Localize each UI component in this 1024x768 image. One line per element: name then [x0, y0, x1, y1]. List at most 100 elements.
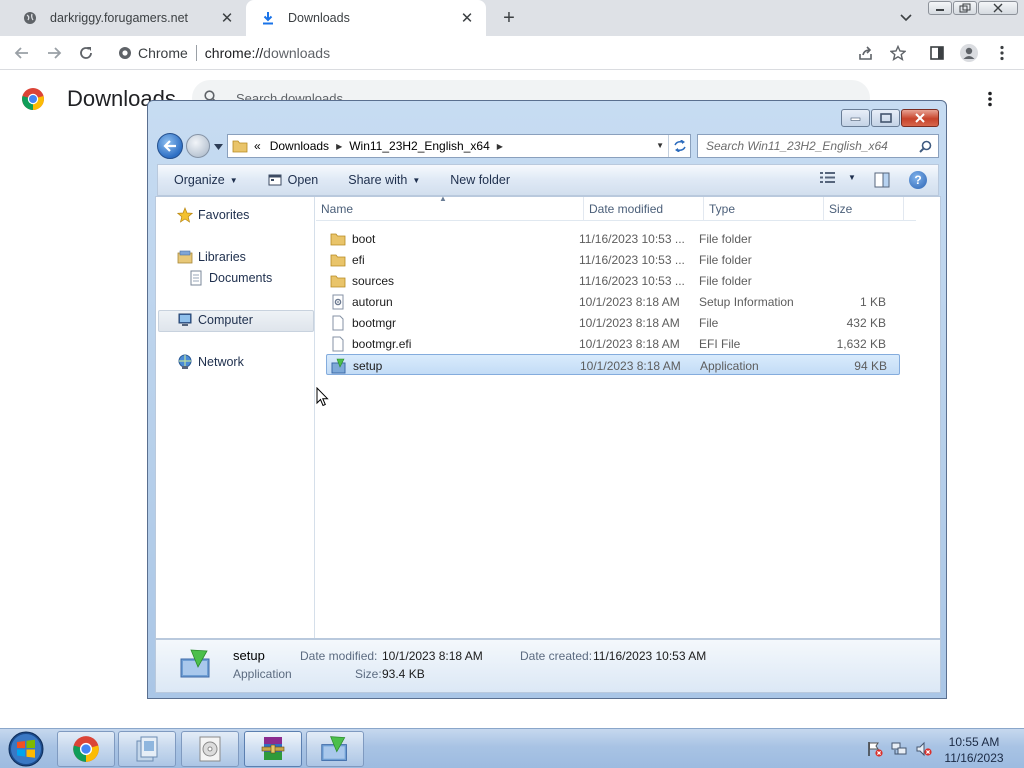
details-file-type: Application: [233, 667, 292, 681]
file-type: File folder: [699, 273, 752, 288]
share-icon[interactable]: [855, 42, 877, 64]
organize-menu[interactable]: Organize ▼: [174, 173, 238, 187]
nav-item-libraries[interactable]: Libraries: [176, 249, 246, 265]
clock-date[interactable]: 11/16/2023: [936, 751, 1012, 765]
file-row[interactable]: boot 11/16/2023 10:53 ... File folder: [326, 228, 900, 249]
column-label: Type: [709, 202, 736, 216]
action-center-flag-icon[interactable]: [867, 741, 883, 757]
recent-pages-dropdown-icon[interactable]: [214, 142, 223, 151]
winrar-icon: [261, 737, 285, 760]
taskbar-explorer-button[interactable]: [118, 731, 176, 767]
column-header-name[interactable]: Name: [316, 197, 584, 221]
new-folder-label: New folder: [450, 173, 510, 187]
setup-app-icon: [179, 649, 213, 679]
breadcrumb-win11[interactable]: Win11_23H2_English_x64: [349, 139, 490, 153]
side-panel-icon[interactable]: [926, 42, 948, 64]
library-icon: [176, 249, 194, 265]
start-button[interactable]: [4, 730, 48, 768]
taskbar-chrome-button[interactable]: [57, 731, 115, 767]
preview-pane-icon[interactable]: [874, 172, 890, 191]
minimize-button[interactable]: [841, 109, 870, 127]
tab-downloads[interactable]: Downloads ✕: [246, 0, 486, 36]
more-menu-icon[interactable]: [991, 42, 1013, 64]
file-size: 94 KB: [854, 358, 887, 373]
size-label: Size:: [355, 667, 382, 681]
tab-darkriggy[interactable]: darkriggy.forugamers.net ✕: [8, 0, 246, 36]
star-icon: [176, 207, 194, 223]
maximize-button[interactable]: [871, 109, 900, 127]
nav-item-network[interactable]: Network: [176, 354, 244, 370]
file-row-selected[interactable]: setup 10/1/2023 8:18 AM Application 94 K…: [326, 354, 900, 375]
file-type: File folder: [699, 231, 752, 246]
organize-label: Organize: [174, 173, 225, 187]
forward-icon[interactable]: [43, 42, 65, 64]
search-icon[interactable]: [919, 140, 932, 156]
column-header-date-modified[interactable]: Date modified: [584, 197, 704, 221]
file-date: 11/16/2023 10:53 ...: [579, 273, 685, 288]
view-options-menu[interactable]: ▼: [820, 171, 856, 184]
setup-app-icon: [331, 358, 347, 374]
chrome-icon: [118, 46, 132, 60]
file-row[interactable]: bootmgr 10/1/2023 8:18 AM File 432 KB: [326, 312, 900, 333]
file-date: 10/1/2023 8:18 AM: [579, 294, 680, 309]
breadcrumb-arrow-icon[interactable]: ▶: [497, 142, 503, 151]
settings-file-icon: [330, 294, 346, 310]
address-bar[interactable]: Chrome chrome://downloads: [110, 39, 870, 67]
url-path: downloads: [263, 45, 331, 61]
refresh-icon[interactable]: [668, 135, 690, 157]
taskbar-setup-button[interactable]: [306, 731, 364, 767]
nav-item-favorites[interactable]: Favorites: [176, 207, 249, 223]
breadcrumb-overflow[interactable]: «: [254, 139, 261, 153]
address-dropdown-icon[interactable]: ▼: [656, 141, 664, 150]
path-breadcrumb-bar[interactable]: « Downloads ▶ Win11_23H2_English_x64 ▶ ▼: [227, 134, 691, 158]
bookmark-star-icon[interactable]: [887, 42, 909, 64]
column-header-size[interactable]: Size: [824, 197, 904, 221]
breadcrumb-arrow-icon[interactable]: ▶: [336, 142, 342, 151]
folder-icon: [330, 252, 346, 268]
file-row[interactable]: autorun 10/1/2023 8:18 AM Setup Informat…: [326, 291, 900, 312]
forward-button[interactable]: [186, 134, 210, 158]
close-tab-icon[interactable]: ✕: [218, 9, 236, 27]
volume-muted-icon[interactable]: [916, 741, 932, 757]
file-size: 1 KB: [859, 294, 886, 309]
file-type: Application: [700, 358, 759, 373]
close-window-button[interactable]: [978, 1, 1018, 15]
file-row[interactable]: sources 11/16/2023 10:53 ... File folder: [326, 270, 900, 291]
taskbar-disc-drive-button[interactable]: [181, 731, 239, 767]
site-chip[interactable]: Chrome: [118, 45, 188, 61]
close-button[interactable]: [901, 109, 939, 127]
open-label: Open: [287, 173, 319, 187]
taskbar-winrar-button[interactable]: [244, 731, 302, 767]
tab-search-icon[interactable]: [896, 8, 916, 28]
new-tab-button[interactable]: +: [498, 7, 520, 29]
file-name: setup: [353, 358, 383, 373]
disc-icon: [199, 736, 221, 762]
back-button[interactable]: [157, 133, 183, 159]
breadcrumb-downloads[interactable]: Downloads: [270, 139, 329, 153]
more-menu-icon[interactable]: [980, 88, 1000, 110]
new-folder-button[interactable]: New folder: [450, 173, 510, 187]
file-icon: [330, 315, 346, 331]
profile-avatar-icon[interactable]: [958, 42, 980, 64]
file-row[interactable]: efi 11/16/2023 10:53 ... File folder: [326, 249, 900, 270]
file-type: EFI File: [699, 336, 741, 351]
file-row[interactable]: bootmgr.efi 10/1/2023 8:18 AM EFI File 1…: [326, 333, 900, 354]
close-tab-icon[interactable]: ✕: [458, 9, 476, 27]
open-button[interactable]: Open: [268, 173, 319, 187]
nav-item-documents[interactable]: Documents: [187, 270, 272, 286]
chrome-logo-icon: [21, 87, 45, 111]
restore-window-button[interactable]: [953, 1, 977, 15]
network-icon: [176, 354, 194, 370]
help-icon[interactable]: ?: [909, 171, 927, 189]
folder-search-input[interactable]: Search Win11_23H2_English_x64: [697, 134, 939, 158]
column-header-type[interactable]: Type: [704, 197, 824, 221]
reload-icon[interactable]: [75, 42, 97, 64]
nav-item-computer[interactable]: Computer: [176, 312, 253, 328]
clock-time[interactable]: 10:55 AM: [936, 735, 1012, 749]
minimize-window-button[interactable]: [928, 1, 952, 15]
back-icon[interactable]: [11, 42, 33, 64]
browser-toolbar: Chrome chrome://downloads: [0, 36, 1024, 70]
network-status-icon[interactable]: [891, 741, 907, 757]
nav-label: Computer: [198, 313, 253, 327]
share-with-menu[interactable]: Share with ▼: [348, 173, 420, 187]
